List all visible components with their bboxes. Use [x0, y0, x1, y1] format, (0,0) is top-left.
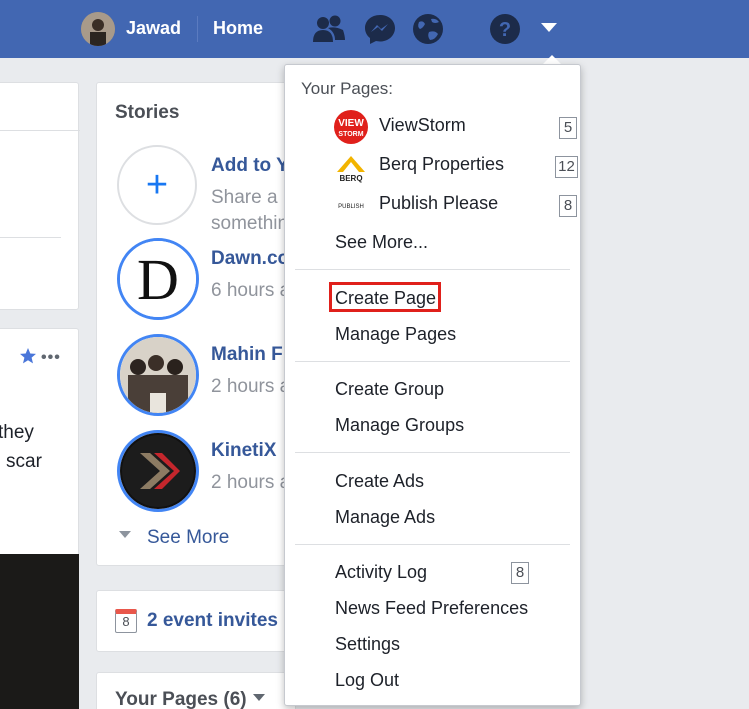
- stories-title: Stories: [115, 102, 180, 123]
- viewstorm-logo: VIEW STORM: [333, 109, 369, 145]
- story-time: 6 hours a: [211, 280, 291, 301]
- messenger-icon[interactable]: [362, 12, 398, 46]
- account-menu-caret-icon[interactable]: [541, 23, 557, 32]
- story-avatar[interactable]: D: [117, 238, 199, 320]
- profile-name-link[interactable]: Jawad: [126, 18, 181, 39]
- news-feed-preferences-item[interactable]: News Feed Preferences: [335, 598, 528, 619]
- create-ads-item[interactable]: Create Ads: [335, 471, 424, 492]
- star-icon[interactable]: [19, 347, 37, 370]
- notifications-globe-icon[interactable]: [411, 12, 447, 46]
- page-name[interactable]: ViewStorm: [379, 115, 466, 136]
- page-name[interactable]: Berq Properties: [379, 154, 504, 175]
- left-post-card: •••: [0, 328, 79, 568]
- page-item-publish-please[interactable]: PUBLISH Publish Please 8: [333, 187, 577, 223]
- left-composer-card: [0, 82, 80, 310]
- story-subtitle: somethin: [211, 213, 289, 234]
- more-options-icon[interactable]: •••: [41, 349, 61, 367]
- menu-divider: [295, 452, 570, 453]
- your-pages-heading: Your Pages:: [301, 79, 393, 98]
- story-avatar[interactable]: [117, 430, 199, 512]
- settings-item[interactable]: Settings: [335, 634, 400, 655]
- account-dropdown-menu: Your Pages: VIEW STORM ViewStorm 5 BERQ …: [284, 64, 581, 706]
- manage-pages-item[interactable]: Manage Pages: [335, 324, 456, 345]
- svg-text:?: ?: [499, 19, 511, 41]
- story-name[interactable]: Mahin F: [211, 344, 283, 366]
- chevron-down-icon: [252, 694, 265, 702]
- story-avatar[interactable]: [117, 334, 199, 416]
- menu-divider: [295, 544, 570, 545]
- svg-text:PUBLISH: PUBLISH: [338, 204, 364, 210]
- notification-count-badge: 12: [555, 156, 578, 178]
- story-time: 2 hours a: [211, 376, 291, 397]
- highlight-box: [329, 282, 441, 312]
- event-invites-link[interactable]: 2 event invites: [147, 610, 278, 632]
- plus-icon: +: [145, 164, 169, 206]
- story-name[interactable]: Add to Y: [211, 155, 289, 177]
- menu-divider: [295, 361, 570, 362]
- notification-count-badge: 5: [559, 117, 577, 139]
- publish-please-logo: PUBLISH: [333, 187, 369, 223]
- svg-text:BERQ: BERQ: [339, 174, 362, 183]
- post-text-line: scar: [6, 451, 42, 472]
- manage-groups-item[interactable]: Manage Groups: [335, 415, 464, 436]
- add-story-button[interactable]: +: [117, 145, 197, 225]
- berq-logo: BERQ: [333, 148, 369, 184]
- manage-ads-item[interactable]: Manage Ads: [335, 507, 435, 528]
- story-name[interactable]: KinetiX: [211, 440, 276, 462]
- story-item[interactable]: KinetiX 2 hours a: [117, 430, 295, 514]
- page-item-viewstorm[interactable]: VIEW STORM ViewStorm 5: [333, 109, 577, 145]
- top-navigation-bar: Jawad Home ?: [0, 0, 749, 58]
- post-text-line: they: [0, 422, 34, 443]
- svg-text:STORM: STORM: [338, 131, 363, 138]
- user-avatar[interactable]: [81, 12, 115, 46]
- calendar-icon: 8: [115, 609, 137, 633]
- svg-text:VIEW: VIEW: [338, 118, 364, 129]
- story-subtitle: Share a: [211, 187, 278, 208]
- friends-icon[interactable]: [311, 12, 347, 46]
- home-link[interactable]: Home: [213, 18, 263, 39]
- post-image[interactable]: [0, 554, 79, 709]
- page-name[interactable]: Publish Please: [379, 193, 498, 214]
- help-icon[interactable]: ?: [487, 12, 523, 46]
- story-item[interactable]: D Dawn.co 6 hours a: [117, 238, 295, 322]
- menu-divider: [295, 269, 570, 270]
- see-more-stories-link[interactable]: See More: [119, 527, 229, 549]
- log-out-item[interactable]: Log Out: [335, 670, 399, 691]
- page-item-berq-properties[interactable]: BERQ Berq Properties 12: [333, 148, 578, 184]
- your-pages-card: Your Pages (6): [96, 672, 296, 709]
- svg-text:D: D: [137, 247, 179, 312]
- see-more-pages-link[interactable]: See More...: [335, 232, 428, 253]
- story-item[interactable]: Mahin F 2 hours a: [117, 334, 295, 418]
- event-invites-card[interactable]: 8 2 event invites: [96, 590, 296, 652]
- story-time: 2 hours a: [211, 472, 291, 493]
- notification-count-badge: 8: [559, 195, 577, 217]
- your-pages-toggle[interactable]: Your Pages (6): [115, 689, 265, 709]
- create-group-item[interactable]: Create Group: [335, 379, 444, 400]
- activity-log-badge: 8: [511, 562, 529, 584]
- activity-log-item[interactable]: Activity Log: [335, 562, 427, 583]
- chevron-down-icon: [119, 531, 131, 539]
- story-add[interactable]: + Add to Y Share a somethin: [117, 145, 295, 234]
- topbar-divider: [197, 16, 198, 42]
- story-name[interactable]: Dawn.co: [211, 248, 289, 270]
- stories-card: Stories + Add to Y Share a somethin D Da…: [96, 82, 296, 566]
